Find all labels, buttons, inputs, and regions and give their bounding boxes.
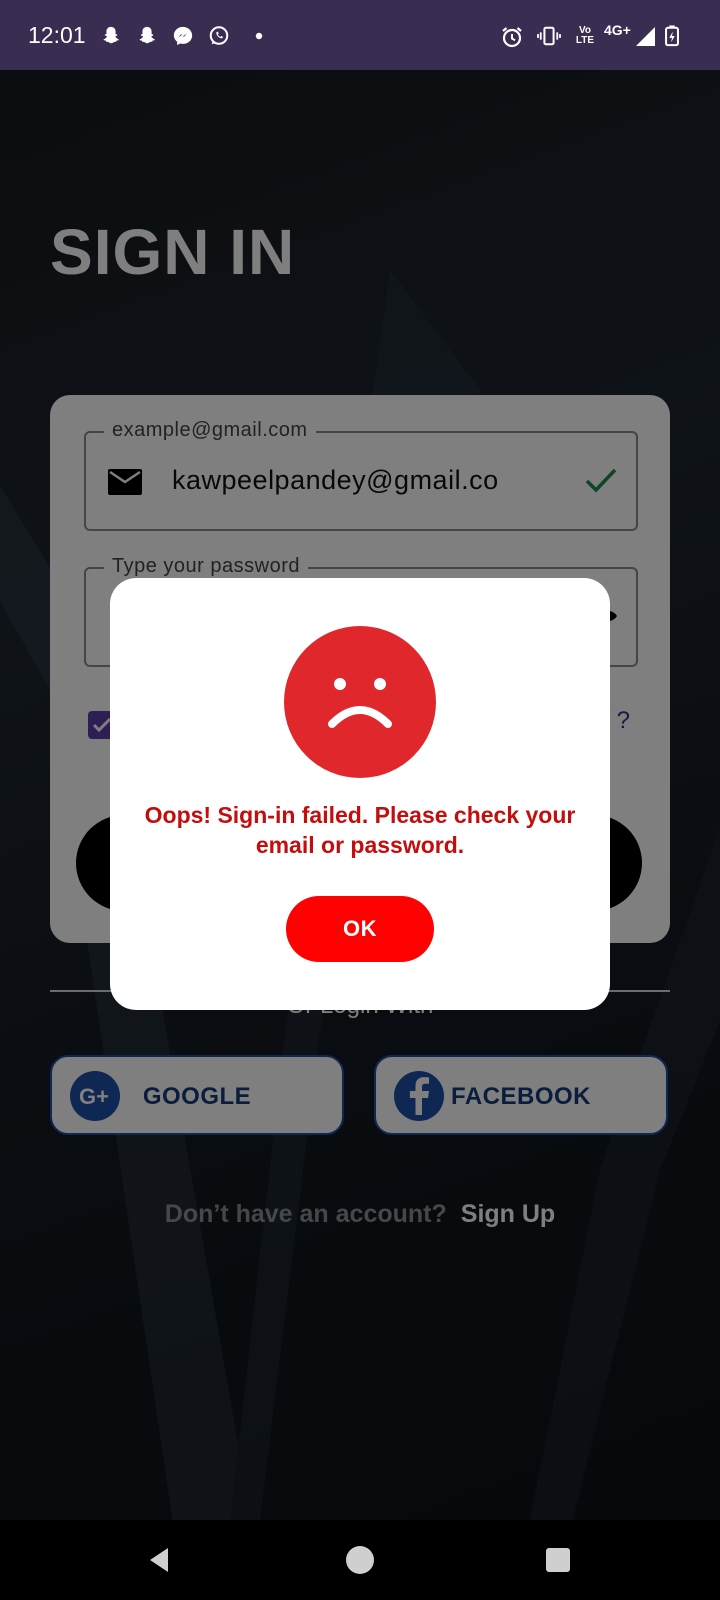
alarm-icon: [502, 27, 522, 48]
ok-button[interactable]: OK: [286, 896, 434, 962]
volte-icon: Vo LTE: [572, 26, 598, 46]
home-icon[interactable]: [340, 1540, 380, 1580]
back-icon[interactable]: [140, 1540, 180, 1580]
navigation-bar: [0, 1520, 720, 1600]
snapchat-icon: [139, 26, 155, 44]
messenger-icon: [173, 26, 193, 46]
status-time: 12:01: [28, 22, 86, 48]
dot-icon: [255, 32, 263, 40]
whatsapp-icon: [209, 26, 229, 45]
ok-label: OK: [343, 916, 377, 941]
sad-face-icon: [284, 626, 436, 778]
status-bar: 12:01 Vo LTE 4G+: [0, 0, 720, 70]
network-label: 4G+: [604, 22, 631, 38]
error-dialog: Oops! Sign-in failed. Please check your …: [110, 578, 610, 1010]
error-message: Oops! Sign-in failed. Please check your …: [144, 802, 576, 858]
snapchat-icon: [103, 26, 119, 44]
battery-charging-icon: [665, 25, 679, 47]
vibrate-icon: [537, 26, 561, 46]
signal-icon: [636, 27, 655, 46]
recents-icon[interactable]: [538, 1540, 578, 1580]
volte-label: Vo LTE: [575, 25, 595, 46]
